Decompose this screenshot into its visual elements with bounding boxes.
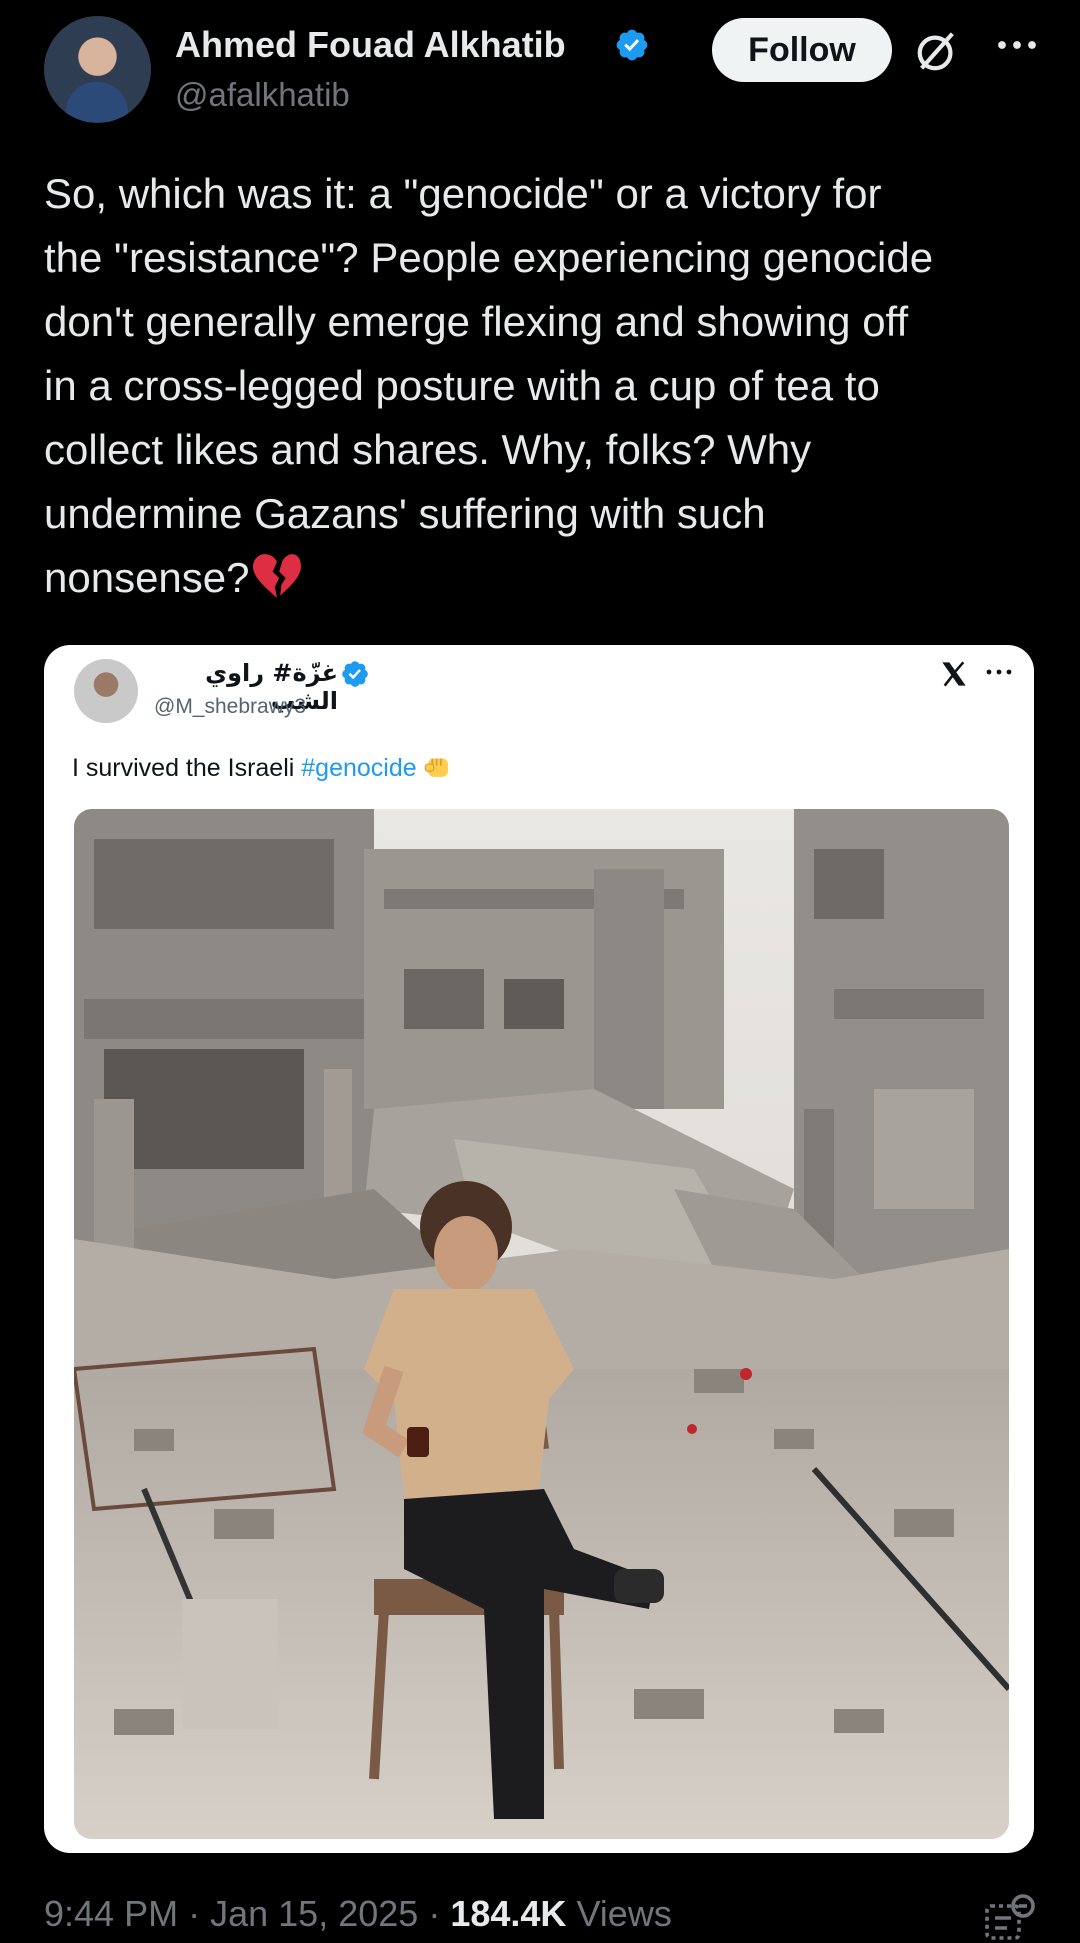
analytics-icon[interactable] [985, 1893, 1037, 1943]
follow-button[interactable]: Follow [712, 18, 892, 82]
more-options-icon[interactable] [994, 30, 1040, 60]
embedded-author-avatar [74, 659, 138, 723]
rubble-scene-image [74, 809, 1009, 1839]
tweet-header: Ahmed Fouad Alkhatib @afalkhatib Follow [44, 16, 1044, 126]
author-handle[interactable]: @afalkhatib [175, 76, 350, 114]
embedded-text-prefix: I survived the Israeli [72, 754, 302, 782]
tweet-time[interactable]: 9:44 PM [44, 1893, 178, 1934]
author-name[interactable]: Ahmed Fouad Alkhatib [175, 24, 566, 66]
meta-separator: · [428, 1893, 441, 1934]
embedded-author-handle: @M_shebrawy3 [154, 695, 307, 718]
verified-badge-icon [616, 29, 648, 61]
embedded-tweet-text: I survived the Israeli #genocide [72, 750, 455, 784]
embedded-hashtag-link[interactable]: #genocide [301, 754, 416, 782]
broken-heart-icon [252, 554, 301, 598]
tweet-text: So, which was it: a "genocide" or a vict… [44, 162, 1044, 610]
embedded-photo[interactable] [74, 809, 1009, 1839]
author-avatar[interactable] [44, 16, 151, 123]
tweet-meta: 9:44 PM · Jan 15, 2025 · 184.4K Views [44, 1893, 672, 1935]
x-logo-icon [942, 661, 966, 687]
embedded-verified-badge-icon [342, 661, 368, 687]
embedded-more-options-icon [986, 669, 1012, 675]
meta-separator: · [188, 1893, 201, 1934]
grok-icon[interactable] [914, 28, 960, 74]
tweet-text-body: So, which was it: a "genocide" or a vict… [44, 170, 934, 601]
embedded-tweet-card[interactable]: غزّة# راوي الشب @M_shebrawy3 I survived … [44, 645, 1034, 1853]
tweet-date[interactable]: Jan 15, 2025 [210, 1893, 418, 1934]
views-label: Views [576, 1893, 672, 1934]
raised-fist-icon [424, 758, 448, 777]
views-count: 184.4K [450, 1893, 567, 1934]
